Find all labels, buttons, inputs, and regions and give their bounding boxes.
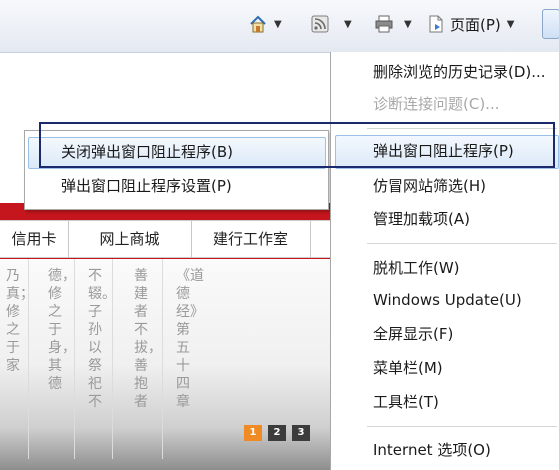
menu-separator	[367, 128, 557, 129]
poem-column: 不辍。子孙以祭祀不	[88, 268, 116, 410]
pager-3[interactable]: 3	[292, 425, 310, 441]
popup-blocker-item[interactable]: 弹出窗口阻止程序(P)	[373, 137, 514, 165]
diagnose-connection-item: 诊断连接问题(C)...	[373, 95, 500, 113]
print-dropdown-icon[interactable]: ▼	[404, 19, 412, 30]
poem-column: 善建者不拔，善抱者	[134, 268, 162, 410]
popup-blocker-submenu: 关闭弹出窗口阻止程序(B) 弹出窗口阻止程序设置(P)	[24, 130, 329, 210]
print-icon	[374, 14, 394, 34]
page-menu-button[interactable]: 页面(P) ▼	[426, 10, 514, 38]
popup-blocker-settings-item[interactable]: 弹出窗口阻止程序设置(P)	[61, 171, 232, 201]
menu-separator	[367, 243, 557, 244]
column-divider	[74, 259, 75, 459]
column-divider	[162, 259, 163, 459]
turn-off-popup-blocker-item[interactable]: 关闭弹出窗口阻止程序(B)	[61, 137, 233, 167]
poem-column: 《道德经》第五十四章	[176, 268, 204, 410]
feeds-icon	[310, 14, 330, 34]
poem-column: 德，修之于身，其德	[48, 268, 76, 392]
page-icon	[426, 14, 446, 34]
home-dropdown-icon[interactable]: ▼	[274, 19, 282, 30]
internet-options-item[interactable]: Internet 选项(O)	[373, 436, 491, 464]
feeds-dropdown-icon[interactable]: ▼	[344, 19, 352, 30]
site-nav-tabs: 信用卡 网上商城 建行工作室	[0, 220, 330, 258]
tools-menu-button[interactable]	[542, 9, 559, 39]
poem-column: 乃真；修之于家	[6, 268, 34, 374]
tools-menu: 删除浏览的历史记录(D)... 诊断连接问题(C)... 弹出窗口阻止程序(P)…	[330, 52, 559, 470]
feeds-button[interactable]: ▼	[310, 10, 352, 38]
home-icon	[248, 14, 268, 34]
manage-addons-item[interactable]: 管理加载项(A)	[373, 205, 470, 233]
toolbars-item[interactable]: 工具栏(T)	[373, 388, 439, 416]
tab-online-mall[interactable]: 网上商城	[68, 221, 192, 257]
pager-1[interactable]: 1	[244, 425, 262, 441]
tab-credit-card[interactable]: 信用卡	[0, 221, 69, 257]
command-bar: ▼ ▼ ▼ 页面(P) ▼	[0, 0, 559, 53]
tools-gear-icon	[542, 9, 559, 39]
windows-update-item[interactable]: Windows Update(U)	[373, 286, 522, 314]
phishing-filter-item[interactable]: 仿冒网站筛选(H)	[373, 172, 486, 200]
page-dropdown-icon[interactable]: ▼	[507, 19, 515, 30]
page-menu-label: 页面(P)	[450, 15, 501, 34]
web-page: 信用卡 网上商城 建行工作室 乃真；修之于家 德，修之于身，其德 不辍。子孙以祭…	[0, 53, 330, 470]
menu-bar-item[interactable]: 菜单栏(M)	[373, 354, 443, 382]
work-offline-item[interactable]: 脱机工作(W)	[373, 254, 460, 282]
tab-ccb-studio[interactable]: 建行工作室	[191, 221, 311, 257]
full-screen-item[interactable]: 全屏显示(F)	[373, 320, 453, 348]
menu-separator	[367, 426, 557, 427]
home-button[interactable]: ▼	[248, 10, 282, 38]
delete-history-item[interactable]: 删除浏览的历史记录(D)...	[373, 58, 546, 86]
print-button[interactable]: ▼	[374, 10, 412, 38]
pager-2[interactable]: 2	[268, 425, 286, 441]
